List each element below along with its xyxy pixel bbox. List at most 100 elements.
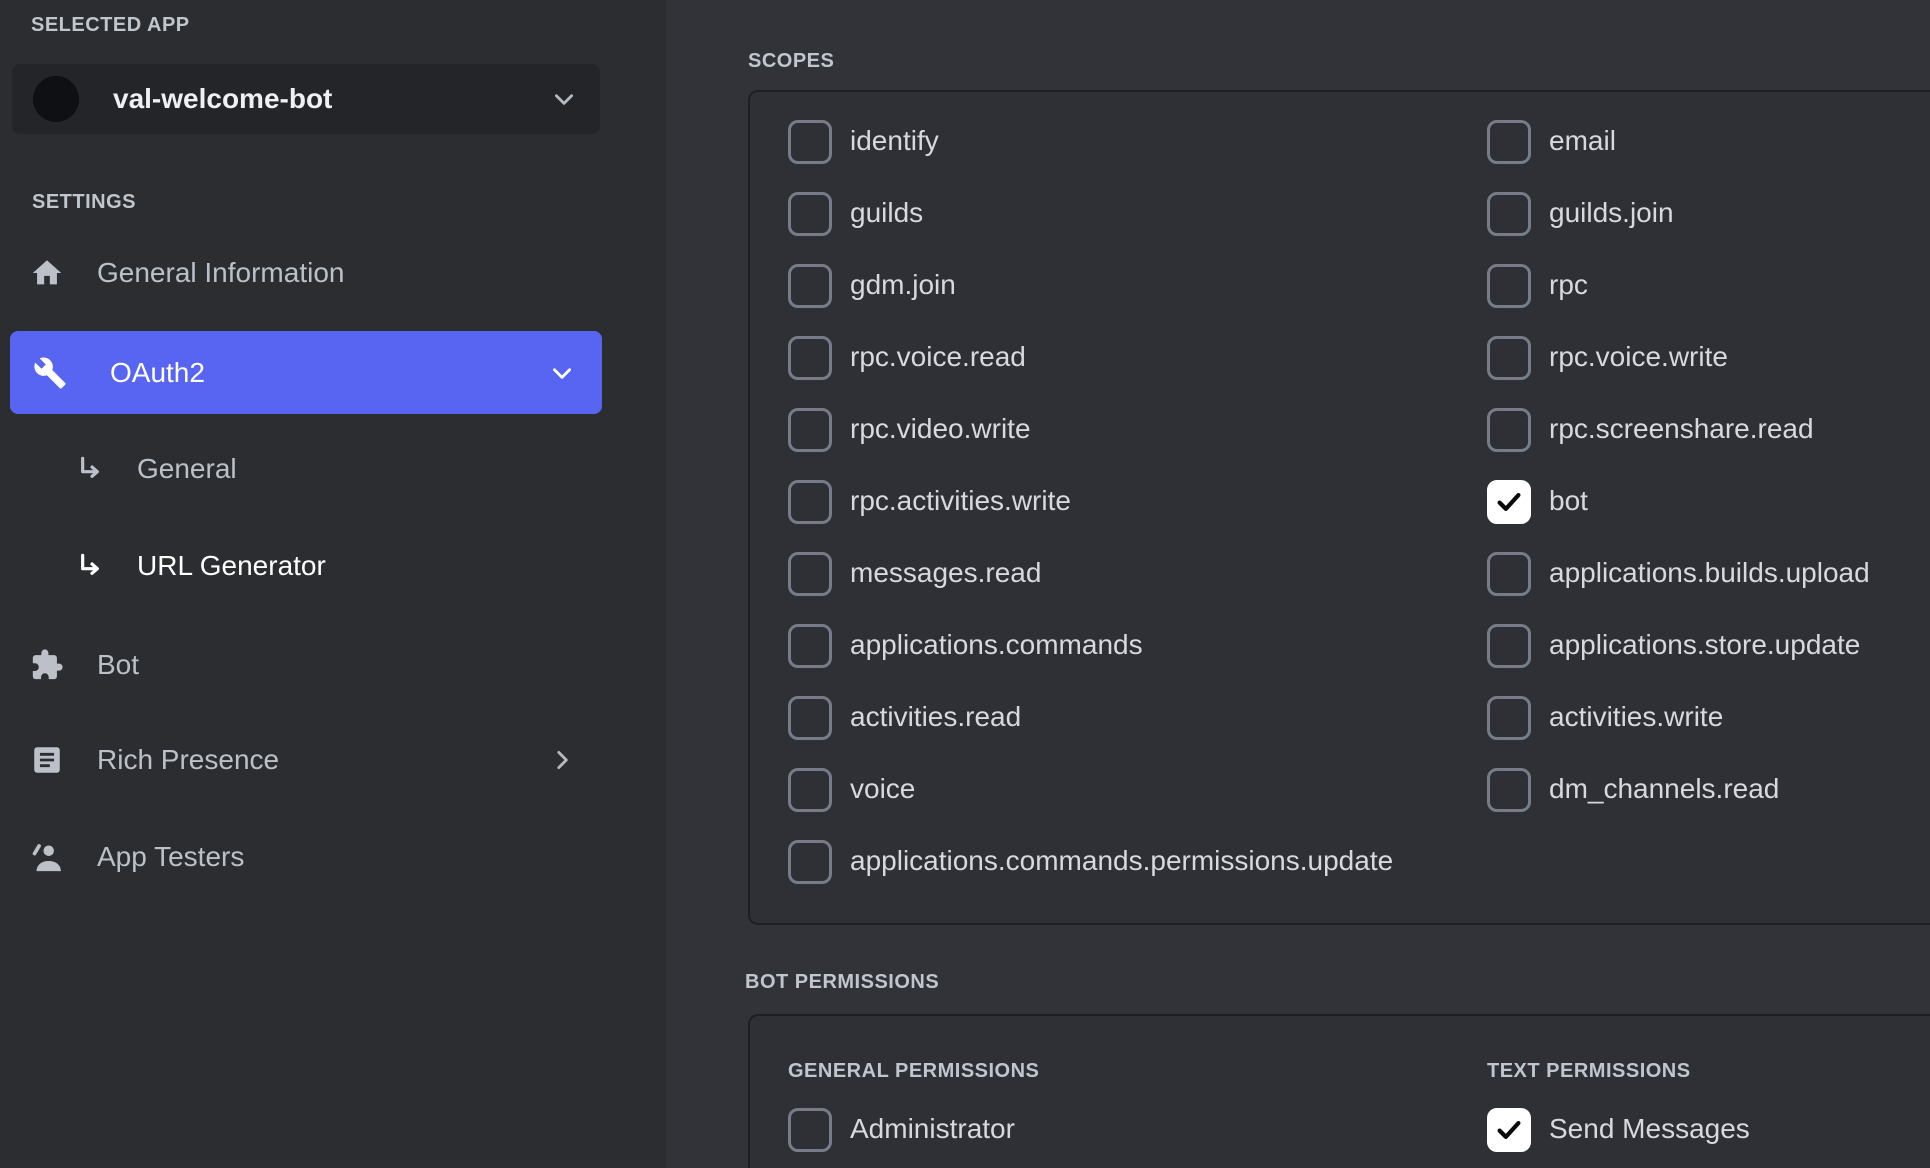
scope-checkbox[interactable] xyxy=(788,624,832,668)
scope-row-rpc-video-write[interactable]: rpc.video.write xyxy=(788,408,1393,452)
scope-label: applications.commands.permissions.update xyxy=(850,847,1393,877)
scope-row-rpc-screenshare-read[interactable]: rpc.screenshare.read xyxy=(1487,408,1870,452)
chevron-down-icon xyxy=(551,86,577,112)
sub-arrow-icon xyxy=(74,550,106,582)
scope-row-bot[interactable]: bot xyxy=(1487,480,1870,524)
scope-row-rpc-activities-write[interactable]: rpc.activities.write xyxy=(788,480,1393,524)
scopes-heading: SCOPES xyxy=(748,51,834,71)
sidebar: SELECTED APP val-welcome-bot SETTINGS Ge… xyxy=(0,0,666,1168)
scope-label: rpc.voice.write xyxy=(1549,343,1728,373)
scope-checkbox[interactable] xyxy=(788,120,832,164)
sidebar-item-app-testers[interactable]: App Testers xyxy=(0,831,666,883)
sidebar-item-url-generator[interactable]: URL Generator xyxy=(0,540,666,592)
chevron-right-icon xyxy=(549,747,575,773)
scope-row-guilds[interactable]: guilds xyxy=(788,192,1393,236)
person-icon xyxy=(30,840,64,874)
scope-row-guilds-join[interactable]: guilds.join xyxy=(1487,192,1870,236)
bot-permissions-panel: GENERAL PERMISSIONS TEXT PERMISSIONS Adm… xyxy=(748,1014,1930,1168)
scope-row-gdm-join[interactable]: gdm.join xyxy=(788,264,1393,308)
scope-label: rpc.screenshare.read xyxy=(1549,415,1814,445)
sidebar-item-label: Rich Presence xyxy=(97,746,279,774)
sidebar-item-oauth2-general[interactable]: General xyxy=(0,443,666,495)
permission-row-send-messages[interactable]: Send Messages xyxy=(1487,1108,1750,1152)
sidebar-item-label: App Testers xyxy=(97,843,244,871)
scope-label: guilds.join xyxy=(1549,199,1674,229)
text-permissions-header: TEXT PERMISSIONS xyxy=(1487,1061,1691,1081)
selected-app-label: SELECTED APP xyxy=(31,15,190,35)
scope-checkbox[interactable] xyxy=(1487,264,1531,308)
sidebar-item-label: Bot xyxy=(97,651,139,679)
scope-label: applications.commands xyxy=(850,631,1143,661)
scope-checkbox[interactable] xyxy=(788,696,832,740)
scope-checkbox[interactable] xyxy=(788,264,832,308)
permission-checkbox[interactable] xyxy=(1487,1108,1531,1152)
permission-row-administrator[interactable]: Administrator xyxy=(788,1108,1015,1152)
scope-row-applications-builds-upload[interactable]: applications.builds.upload xyxy=(1487,552,1870,596)
permission-label: Send Messages xyxy=(1549,1115,1750,1145)
scope-checkbox[interactable] xyxy=(1487,768,1531,812)
scope-label: identify xyxy=(850,127,939,157)
scope-row-applications-commands[interactable]: applications.commands xyxy=(788,624,1393,668)
scope-row-rpc[interactable]: rpc xyxy=(1487,264,1870,308)
scope-row-activities-read[interactable]: activities.read xyxy=(788,696,1393,740)
scopes-panel: identify guilds gdm.join rpc.voice.read … xyxy=(748,90,1930,925)
scope-row-dm-channels-read[interactable]: dm_channels.read xyxy=(1487,768,1870,812)
sidebar-item-label: General xyxy=(137,455,237,483)
app-select-dropdown[interactable]: val-welcome-bot xyxy=(12,64,600,134)
scope-label: dm_channels.read xyxy=(1549,775,1779,805)
sidebar-item-rich-presence[interactable]: Rich Presence xyxy=(0,734,666,786)
scope-row-email[interactable]: email xyxy=(1487,120,1870,164)
scope-checkbox[interactable] xyxy=(788,840,832,884)
scope-row-rpc-voice-write[interactable]: rpc.voice.write xyxy=(1487,336,1870,380)
sidebar-item-label: URL Generator xyxy=(137,552,326,580)
scope-checkbox[interactable] xyxy=(1487,120,1531,164)
app-avatar xyxy=(33,76,79,122)
permission-checkbox[interactable] xyxy=(788,1108,832,1152)
scope-label: activities.write xyxy=(1549,703,1723,733)
app-name: val-welcome-bot xyxy=(113,83,332,115)
permission-label: Administrator xyxy=(850,1115,1015,1145)
scope-checkbox[interactable] xyxy=(788,480,832,524)
wrench-icon xyxy=(33,356,67,390)
scope-checkbox[interactable] xyxy=(788,336,832,380)
scope-row-messages-read[interactable]: messages.read xyxy=(788,552,1393,596)
scope-checkbox[interactable] xyxy=(1487,696,1531,740)
scopes-column-left: identify guilds gdm.join rpc.voice.read … xyxy=(788,120,1393,884)
scope-row-identify[interactable]: identify xyxy=(788,120,1393,164)
scope-checkbox[interactable] xyxy=(788,768,832,812)
scope-checkbox[interactable] xyxy=(1487,480,1531,524)
scope-label: applications.store.update xyxy=(1549,631,1860,661)
scope-checkbox[interactable] xyxy=(1487,408,1531,452)
scope-checkbox[interactable] xyxy=(1487,624,1531,668)
scope-label: guilds xyxy=(850,199,923,229)
scope-label: voice xyxy=(850,775,915,805)
checkmark-icon xyxy=(1494,1115,1524,1145)
sidebar-item-label: OAuth2 xyxy=(110,359,205,387)
scope-checkbox[interactable] xyxy=(788,192,832,236)
general-permissions-header: GENERAL PERMISSIONS xyxy=(788,1061,1039,1081)
scope-row-applications-commands-permissions-update[interactable]: applications.commands.permissions.update xyxy=(788,840,1393,884)
scope-label: rpc.voice.read xyxy=(850,343,1026,373)
sidebar-item-oauth2[interactable]: OAuth2 xyxy=(10,331,602,414)
bot-permissions-heading: BOT PERMISSIONS xyxy=(745,972,939,992)
scope-label: rpc xyxy=(1549,271,1588,301)
scope-checkbox[interactable] xyxy=(788,552,832,596)
scope-label: messages.read xyxy=(850,559,1041,589)
scope-checkbox[interactable] xyxy=(1487,336,1531,380)
scope-row-activities-write[interactable]: activities.write xyxy=(1487,696,1870,740)
scope-row-voice[interactable]: voice xyxy=(788,768,1393,812)
checkmark-icon xyxy=(1494,487,1524,517)
scope-label: activities.read xyxy=(850,703,1021,733)
scope-label: bot xyxy=(1549,487,1588,517)
scope-row-applications-store-update[interactable]: applications.store.update xyxy=(1487,624,1870,668)
sidebar-item-label: General Information xyxy=(97,259,344,287)
sidebar-item-general-information[interactable]: General Information xyxy=(0,247,666,299)
scope-checkbox[interactable] xyxy=(1487,552,1531,596)
document-icon xyxy=(30,743,64,777)
sub-arrow-icon xyxy=(74,453,106,485)
sidebar-item-bot[interactable]: Bot xyxy=(0,639,666,691)
scope-checkbox[interactable] xyxy=(788,408,832,452)
scope-checkbox[interactable] xyxy=(1487,192,1531,236)
puzzle-icon xyxy=(30,648,64,682)
scope-row-rpc-voice-read[interactable]: rpc.voice.read xyxy=(788,336,1393,380)
